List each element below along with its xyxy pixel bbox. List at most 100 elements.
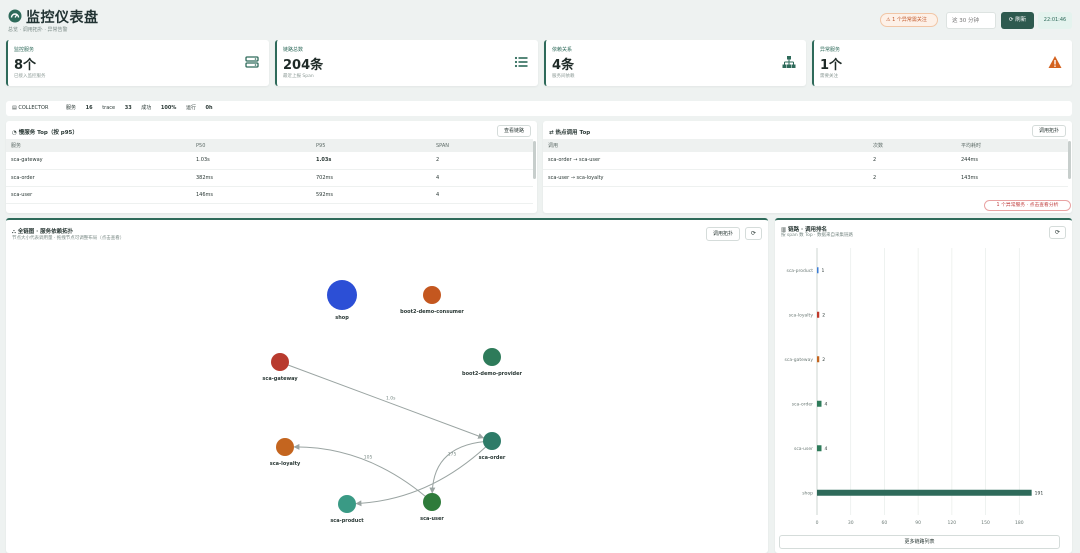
page-header: 监控仪表盘 总览 · 调用拓扑 · 异常告警 ⚠ 1 个异常需关注 ⟳ 刷新 2… [0, 0, 1080, 38]
stat-value: 1个 [820, 58, 843, 73]
bar-value-label: 2 [822, 357, 825, 363]
table-cell: 2 [868, 152, 956, 170]
table-row[interactable]: sca-user → sca-loyalty 2 143ms [543, 169, 1068, 187]
table-cell: 1.03s [311, 152, 431, 170]
topology-node-boot2-demo-provider[interactable] [483, 348, 501, 366]
topology-edge[interactable] [355, 440, 493, 507]
table-header-row: 服务 P50 P95 SPAN [6, 139, 533, 152]
x-tick-label: 150 [981, 520, 990, 526]
table-cell: 702ms [311, 169, 431, 187]
collector-item: 成功 100% [141, 105, 176, 111]
error-services-pill[interactable]: 1 个异常服务 · 点击查看分析 [984, 200, 1071, 211]
table-cell: sca-order → sca-user [543, 152, 868, 170]
refresh-button-label: 刷新 [1015, 17, 1027, 23]
bar-sca-product[interactable] [817, 267, 819, 274]
table-cell: 2 [431, 152, 533, 170]
bar-sca-user[interactable] [817, 445, 822, 452]
bar-sca-order[interactable] [817, 400, 822, 407]
table-row[interactable]: sca-order 382ms 702ms 4 [6, 169, 533, 187]
x-tick-label: 180 [1015, 520, 1024, 526]
column-header: SPAN [431, 139, 533, 152]
table-row[interactable]: sca-order → sca-user 2 244ms [543, 152, 1068, 170]
column-header: 调用 [543, 139, 868, 152]
hot-calls-table: 调用 次数 平均耗时 sca-order → sca-user 2 244ms … [543, 139, 1068, 187]
stat-sub: 需要关注 [820, 74, 838, 79]
table-cell: 4 [431, 186, 533, 204]
collector-key: 运行 [185, 105, 196, 111]
bar-sca-gateway[interactable] [817, 356, 820, 363]
slow-services-table: 服务 P50 P95 SPAN sca-gateway 1.03s 1.03s … [6, 139, 533, 204]
stat-card-services[interactable]: 监控服务 8个 已接入监控服务 [6, 40, 269, 86]
edge-label: 105 [364, 454, 373, 460]
dashboard-logo-icon [8, 9, 22, 23]
alert-pill[interactable]: ⚠ 1 个异常需关注 [880, 13, 938, 27]
y-tick-label: shop [802, 490, 813, 496]
table-cell: 244ms [956, 152, 1068, 170]
view-traces-button[interactable]: 查看链路 [496, 125, 531, 137]
stat-label: 异常服务 [820, 47, 841, 53]
ranking-chart-panel: ▥ 链路 · 调用排名 按 span 数 Top · 数据来自采集链路 ⟳ 03… [775, 218, 1072, 553]
collector-key: 服务 [66, 105, 77, 111]
topology-node-sca-order[interactable] [483, 432, 501, 450]
call-topology-button[interactable]: 调用拓扑 [1031, 125, 1066, 137]
server-icon [245, 56, 259, 68]
table-row[interactable]: sca-gateway 1.03s 1.03s 2 [6, 152, 533, 170]
x-tick-label: 30 [848, 520, 854, 526]
node-label: sca-product [330, 518, 364, 524]
ranking-bar-chart: 0 30 60 90 120 150 180 sca-product 1 sca-loyalty 2… [785, 248, 1044, 526]
edge-label: 175 [448, 451, 457, 457]
stat-label: 监控服务 [14, 47, 35, 53]
refresh-button[interactable]: ⟳ 刷新 [1001, 12, 1034, 29]
table-cell: sca-user → sca-loyalty [543, 169, 868, 187]
column-header: P95 [311, 139, 431, 152]
sitemap-icon [782, 56, 796, 68]
collector-bar: ▤ COLLECTOR 服务 16 trace 33 成功 100% 运行 0h [6, 101, 1072, 116]
time-range-input[interactable] [946, 12, 996, 29]
collector-value: 33 [124, 105, 132, 111]
alert-pill-text: 1 个异常需关注 [892, 17, 927, 23]
collector-tag-text: COLLECTOR [18, 105, 49, 111]
table-cell: 4 [431, 169, 533, 187]
slow-services-panel: ◔ 慢服务 Top（按 p95） 查看链路 服务 P50 P95 SPAN sc… [6, 121, 537, 213]
topology-node-shop[interactable] [327, 280, 357, 310]
stat-sub: 已接入监控服务 [14, 74, 46, 79]
table-row[interactable]: sca-user 146ms 592ms 4 [6, 186, 533, 204]
y-tick-label: sca-loyalty [789, 312, 814, 318]
slow-services-title: ◔ 慢服务 Top（按 p95） [12, 130, 78, 136]
collector-item: 服务 16 [66, 105, 93, 111]
x-tick-label: 0 [816, 520, 819, 526]
table-cell: 382ms [191, 169, 311, 187]
topology-edge[interactable] [279, 361, 485, 439]
bar-value-label: 1 [822, 268, 825, 274]
bar-sca-loyalty[interactable] [817, 311, 820, 318]
stat-card-deps[interactable]: 依赖关系 4条 服务间依赖 [544, 40, 806, 86]
node-label: boot2-demo-consumer [400, 309, 464, 315]
topology-node-sca-loyalty[interactable] [276, 438, 294, 456]
table-scrollbar[interactable] [1068, 141, 1071, 179]
y-tick-label: sca-gateway [785, 357, 814, 363]
table-scrollbar[interactable] [533, 141, 536, 179]
stat-value: 8个 [14, 58, 37, 73]
clock-badge: 22:01:46 [1038, 12, 1072, 29]
topology-node-sca-gateway[interactable] [271, 353, 289, 371]
table-cell: 143ms [956, 169, 1068, 187]
collector-key: 成功 [141, 105, 152, 111]
stat-card-traces[interactable]: 链路总数 204条 最近上报 Span [275, 40, 538, 86]
list-icon [514, 56, 528, 68]
collector-tag: ▤ COLLECTOR [12, 105, 49, 111]
hot-calls-title: ⇄ 热点调用 Top [549, 130, 591, 136]
x-tick-label: 120 [948, 520, 957, 526]
topology-node-sca-user[interactable] [423, 493, 441, 511]
topology-graph[interactable]: 1.0s 175 105 shop boot2-demo-consumer sca-gat… [6, 220, 768, 553]
table-header-row: 调用 次数 平均耗时 [543, 139, 1068, 152]
topology-node-sca-product[interactable] [338, 495, 356, 513]
stat-card-errors[interactable]: 异常服务 1个 需要关注 [812, 40, 1072, 86]
bar-value-label: 191 [1035, 490, 1044, 496]
stat-sub: 最近上报 Span [283, 74, 314, 79]
node-label: sca-gateway [262, 376, 298, 382]
topology-node-boot2-demo-consumer[interactable] [423, 286, 441, 304]
more-traces-button[interactable]: 更多链路列表 [779, 535, 1060, 549]
column-header: 次数 [868, 139, 956, 152]
bar-shop[interactable] [817, 489, 1032, 496]
bar-value-label: 2 [822, 312, 825, 318]
